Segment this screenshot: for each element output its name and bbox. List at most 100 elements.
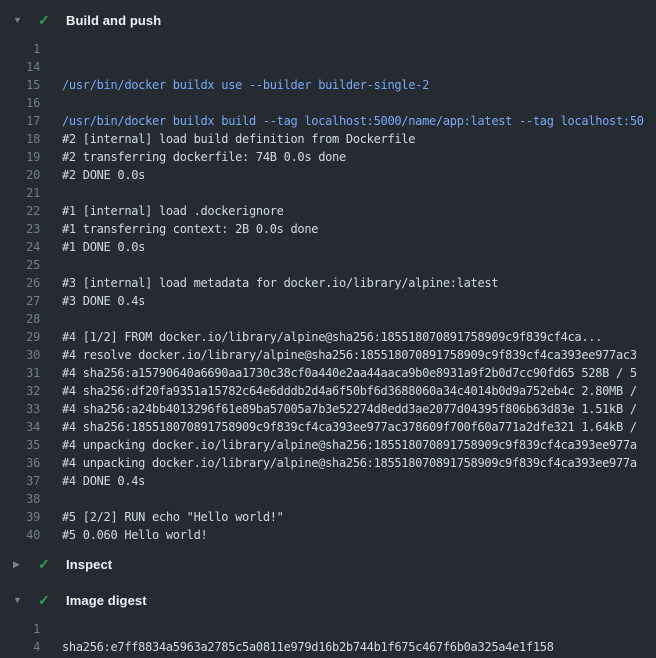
- log-line: 14 Using builder instance builder-single…: [0, 58, 656, 76]
- line-text: #4 unpacking docker.io/library/alpine@sh…: [40, 436, 656, 454]
- log-line: 23 #1 transferring context: 2B 0.0s done: [0, 220, 656, 238]
- line-text: sha256:e7ff8834a5963a2785c5a0811e979d16b…: [40, 638, 656, 656]
- check-icon: ✓: [38, 589, 54, 611]
- line-text: #5 [2/2] RUN echo "Hello world!": [40, 508, 656, 526]
- log-line: 19 #2 transferring dockerfile: 74B 0.0s …: [0, 148, 656, 166]
- line-number[interactable]: 37: [0, 472, 40, 490]
- log-line: 21: [0, 184, 656, 202]
- log-line: 26 #3 [internal] load metadata for docke…: [0, 274, 656, 292]
- line-text: #4 unpacking docker.io/library/alpine@sh…: [40, 454, 656, 472]
- log-step-section: ▼ ✓ Build and push 1 ▶ Run ./ 14 Using b…: [0, 9, 656, 544]
- check-icon: ✓: [38, 9, 54, 31]
- line-text: #1 DONE 0.0s: [40, 238, 656, 256]
- step-header[interactable]: ▶ ✓ Inspect: [0, 553, 656, 575]
- line-number[interactable]: 21: [0, 184, 40, 202]
- line-number[interactable]: 24: [0, 238, 40, 256]
- log-line: 29 #4 [1/2] FROM docker.io/library/alpin…: [0, 328, 656, 346]
- line-number[interactable]: 23: [0, 220, 40, 238]
- log-line: 31 #4 sha256:a15790640a6690aa1730c38cf0a…: [0, 364, 656, 382]
- log-step-section: ▶ ✓ Inspect: [0, 553, 656, 575]
- log-line: 34 #4 sha256:185518070891758909c9f839cf4…: [0, 418, 656, 436]
- log-step-section: ▼ ✓ Image digest 1 ▶ Run echo sha256:e7f…: [0, 589, 656, 656]
- line-number[interactable]: 28: [0, 310, 40, 328]
- line-text: [40, 490, 656, 508]
- log-line: 28: [0, 310, 656, 328]
- line-text: Using builder instance builder-single-2: [40, 58, 656, 76]
- line-number[interactable]: 35: [0, 436, 40, 454]
- line-text: #1 transferring context: 2B 0.0s done: [40, 220, 656, 238]
- line-number[interactable]: 40: [0, 526, 40, 544]
- step-title: Image digest: [66, 593, 147, 608]
- log-line: 36 #4 unpacking docker.io/library/alpine…: [0, 454, 656, 472]
- step-title: Build and push: [66, 13, 161, 28]
- line-number[interactable]: 1: [0, 40, 40, 58]
- line-text: #4 sha256:a15790640a6690aa1730c38cf0a440…: [40, 364, 656, 382]
- line-text: [40, 184, 656, 202]
- line-number[interactable]: 20: [0, 166, 40, 184]
- line-number[interactable]: 25: [0, 256, 40, 274]
- line-text: #4 [1/2] FROM docker.io/library/alpine@s…: [40, 328, 656, 346]
- log-line: 4 sha256:e7ff8834a5963a2785c5a0811e979d1…: [0, 638, 656, 656]
- line-text: ▶ Run echo sha256:e7ff8834a5963a2785c5a0…: [40, 620, 656, 638]
- line-text: /usr/bin/docker buildx build --tag local…: [40, 112, 656, 130]
- log-line: 37 #4 DONE 0.4s: [0, 472, 656, 490]
- line-text: #5 0.060 Hello world!: [40, 526, 656, 544]
- line-number[interactable]: 32: [0, 382, 40, 400]
- line-number[interactable]: 26: [0, 274, 40, 292]
- log-line: 15 /usr/bin/docker buildx use --builder …: [0, 76, 656, 94]
- line-number[interactable]: 27: [0, 292, 40, 310]
- log-line: 1 ▶ Run ./: [0, 40, 656, 58]
- line-number[interactable]: 33: [0, 400, 40, 418]
- line-number[interactable]: 15: [0, 76, 40, 94]
- log-line: 33 #4 sha256:a24bb4013296f61e89ba57005a7…: [0, 400, 656, 418]
- line-number[interactable]: 38: [0, 490, 40, 508]
- log-line: 35 #4 unpacking docker.io/library/alpine…: [0, 436, 656, 454]
- line-text: /usr/bin/docker buildx use --builder bui…: [40, 76, 656, 94]
- line-number[interactable]: 22: [0, 202, 40, 220]
- line-number[interactable]: 19: [0, 148, 40, 166]
- log-line: 30 #4 resolve docker.io/library/alpine@s…: [0, 346, 656, 364]
- chevron-down-icon[interactable]: ▼: [13, 9, 27, 31]
- line-number[interactable]: 31: [0, 364, 40, 382]
- step-header[interactable]: ▼ ✓ Build and push: [0, 9, 656, 31]
- log-line: 16 Starting build...: [0, 94, 656, 112]
- chevron-down-icon[interactable]: ▼: [13, 589, 27, 611]
- log-line: 24 #1 DONE 0.0s: [0, 238, 656, 256]
- line-text: [40, 310, 656, 328]
- log-line: 18 #2 [internal] load build definition f…: [0, 130, 656, 148]
- step-title: Inspect: [66, 557, 112, 572]
- line-text: #2 transferring dockerfile: 74B 0.0s don…: [40, 148, 656, 166]
- line-number[interactable]: 14: [0, 58, 40, 76]
- log-line: 38: [0, 490, 656, 508]
- line-text: #3 DONE 0.4s: [40, 292, 656, 310]
- step-log-body: 1 ▶ Run ./ 14 Using builder instance bui…: [0, 40, 656, 544]
- line-number[interactable]: 16: [0, 94, 40, 112]
- log-line: 40 #5 0.060 Hello world!: [0, 526, 656, 544]
- log-line: 25: [0, 256, 656, 274]
- check-icon: ✓: [38, 553, 54, 575]
- line-text: #4 sha256:df20fa9351a15782c64e6dddb2d4a6…: [40, 382, 656, 400]
- line-text: Starting build...: [40, 94, 656, 112]
- line-text: #4 DONE 0.4s: [40, 472, 656, 490]
- line-number[interactable]: 4: [0, 638, 40, 656]
- line-text: [40, 256, 656, 274]
- step-log-body: 1 ▶ Run echo sha256:e7ff8834a5963a2785c5…: [0, 620, 656, 656]
- line-number[interactable]: 29: [0, 328, 40, 346]
- line-number[interactable]: 30: [0, 346, 40, 364]
- line-text: ▶ Run ./: [40, 40, 656, 58]
- line-number[interactable]: 17: [0, 112, 40, 130]
- line-number[interactable]: 18: [0, 130, 40, 148]
- log-line: 27 #3 DONE 0.4s: [0, 292, 656, 310]
- log-line: 22 #1 [internal] load .dockerignore: [0, 202, 656, 220]
- workflow-log-viewer: ▼ ✓ Build and push 1 ▶ Run ./ 14 Using b…: [0, 0, 656, 656]
- step-header[interactable]: ▼ ✓ Image digest: [0, 589, 656, 611]
- line-text: #3 [internal] load metadata for docker.i…: [40, 274, 656, 292]
- line-number[interactable]: 39: [0, 508, 40, 526]
- line-number[interactable]: 36: [0, 454, 40, 472]
- chevron-right-icon[interactable]: ▶: [13, 553, 27, 575]
- line-text: #4 resolve docker.io/library/alpine@sha2…: [40, 346, 656, 364]
- line-number[interactable]: 34: [0, 418, 40, 436]
- line-text: #4 sha256:185518070891758909c9f839cf4ca3…: [40, 418, 656, 436]
- log-line: 39 #5 [2/2] RUN echo "Hello world!": [0, 508, 656, 526]
- line-number[interactable]: 1: [0, 620, 40, 638]
